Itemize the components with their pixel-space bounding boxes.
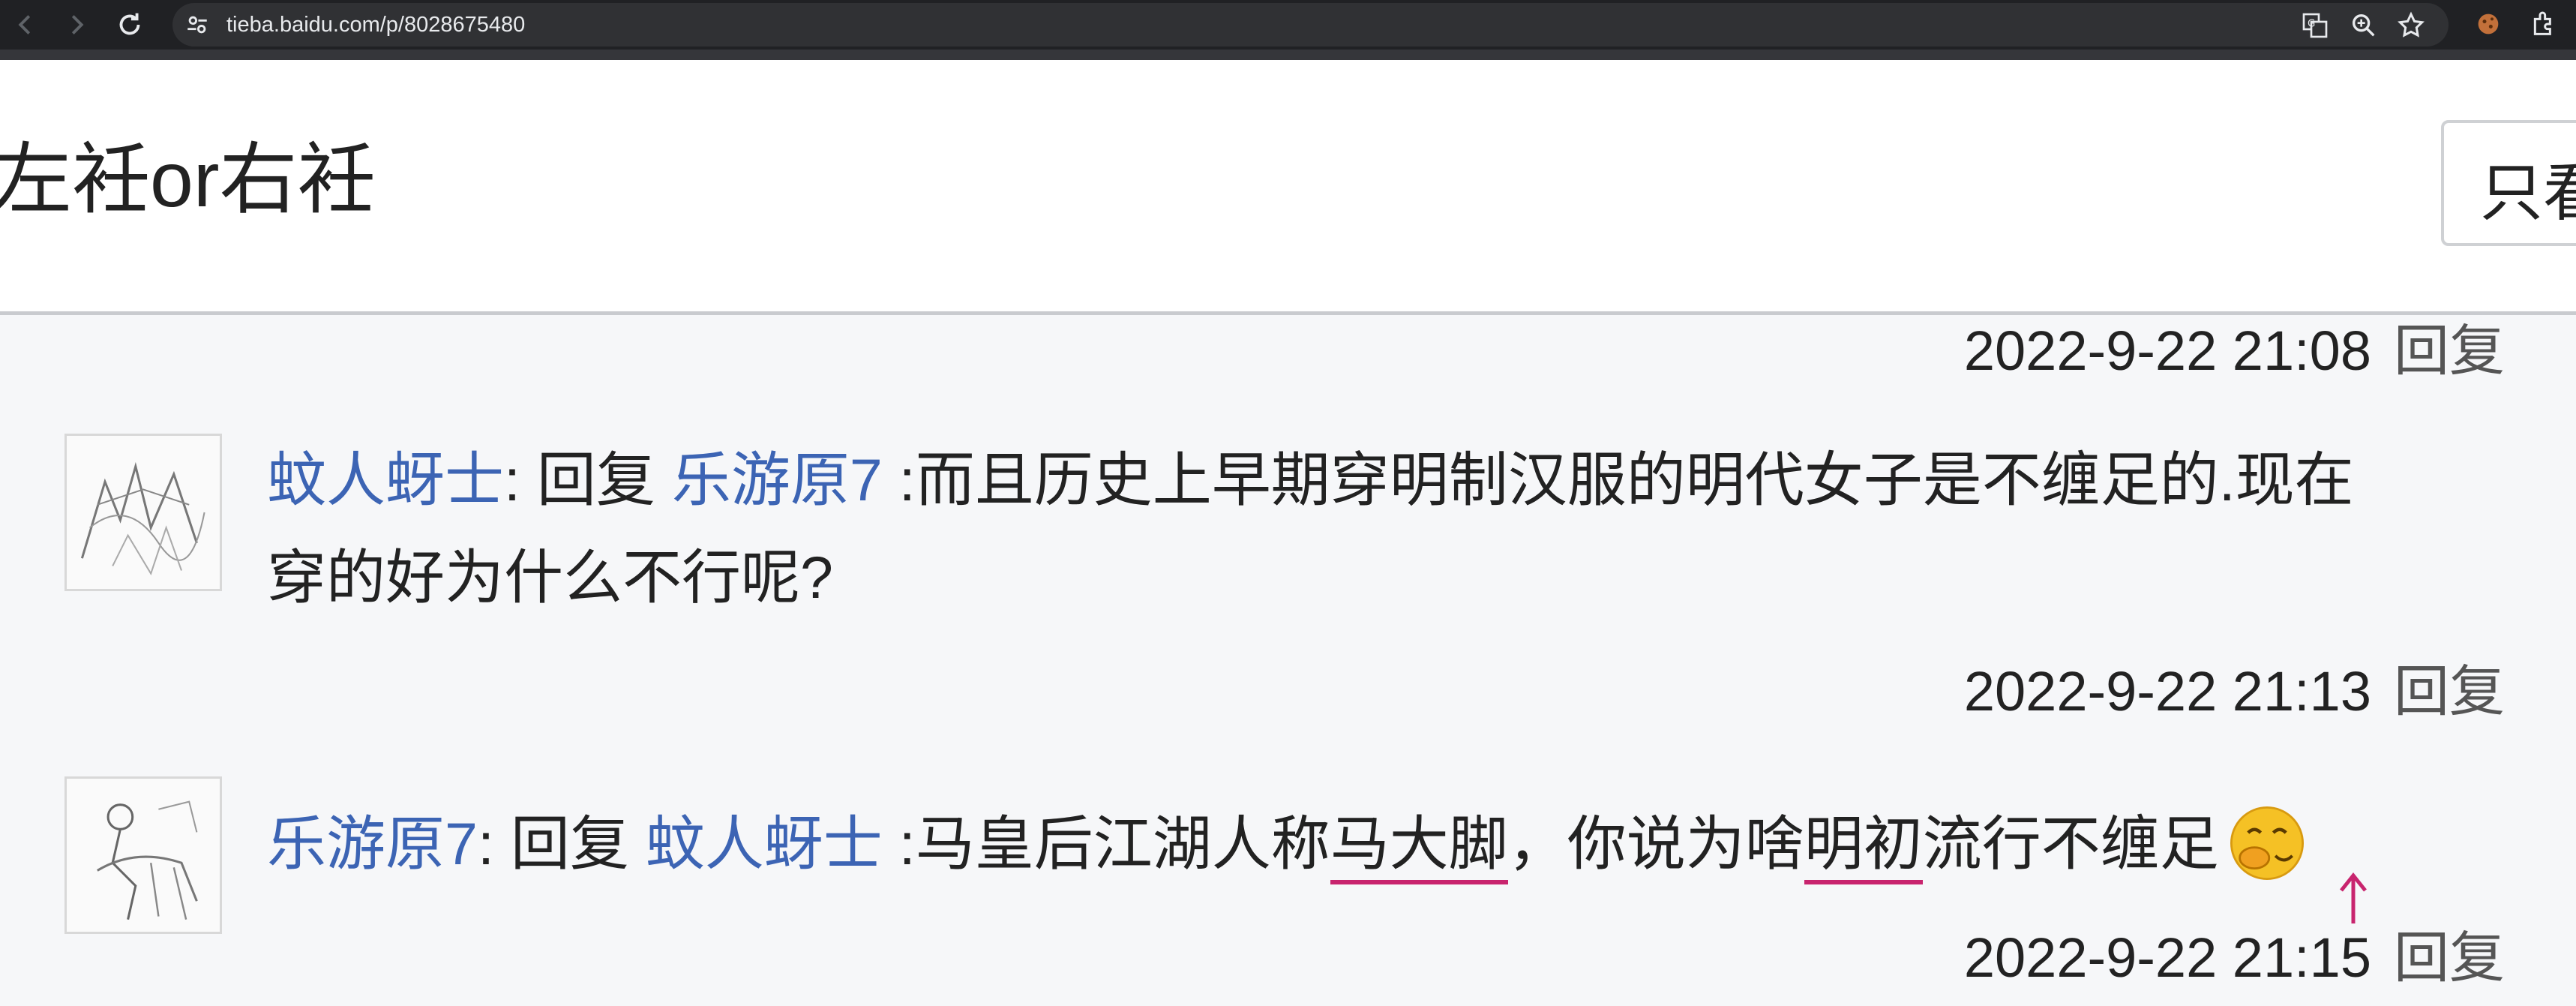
avatar[interactable] bbox=[64, 776, 222, 934]
reply-text-b: ，你说为啥 bbox=[1507, 810, 1804, 877]
only-view-label: 只看 bbox=[2480, 158, 2576, 228]
reply-content: 蚊人蚜士: 回复 乐游原7 :而且历史上早期穿明制汉服的明代女子是不缠足的.现在… bbox=[267, 431, 2354, 626]
underlined-phrase: 马大脚 bbox=[1330, 810, 1508, 884]
reload-icon[interactable] bbox=[112, 8, 147, 42]
reply-text-a: :马皇后江湖人称 bbox=[882, 810, 1330, 877]
separator: : bbox=[477, 810, 511, 877]
zoom-icon[interactable] bbox=[2349, 11, 2379, 41]
reply-time: 2022-9-22 21:08 bbox=[1963, 320, 2371, 382]
url-text[interactable]: tieba.baidu.com/p/8028675480 bbox=[226, 13, 525, 38]
reply-meta: 2022-9-22 21:15 回复 bbox=[1964, 913, 2505, 993]
underlined-phrase: 明初 bbox=[1804, 810, 1923, 884]
bookmark-star-icon[interactable] bbox=[2396, 11, 2426, 41]
reply-keyword: 回复 bbox=[510, 810, 646, 877]
reply-meta: 2022-9-22 21:08 回复 bbox=[1964, 306, 2505, 386]
reply-author[interactable]: 乐游原7 bbox=[267, 810, 478, 877]
site-info-icon[interactable] bbox=[184, 12, 210, 38]
reply-link[interactable]: 回复 bbox=[2394, 320, 2505, 382]
cookie-extension-icon[interactable] bbox=[2473, 9, 2503, 39]
avatar[interactable] bbox=[64, 434, 222, 591]
page-title: 左衽or右衽 bbox=[0, 137, 376, 224]
post-header: 左衽or右衽 只看 bbox=[0, 60, 2576, 315]
forward-icon[interactable] bbox=[60, 8, 94, 42]
back-icon[interactable] bbox=[7, 8, 42, 42]
reply-text-line2: 穿的好为什么不行呢? bbox=[267, 544, 833, 611]
svg-text:G: G bbox=[2308, 19, 2315, 30]
reply-link[interactable]: 回复 bbox=[2394, 926, 2505, 989]
reply-time: 2022-9-22 21:15 bbox=[1963, 926, 2371, 989]
translate-icon[interactable]: G bbox=[2300, 11, 2330, 41]
reply-text-c: 流行不缠足 bbox=[1922, 810, 2219, 877]
reply-keyword: 回复 bbox=[536, 446, 672, 513]
avatar-sketch bbox=[67, 436, 220, 589]
reply-text-line1: :而且历史上早期穿明制汉服的明代女子是不缠足的.现在 bbox=[882, 446, 2354, 513]
avatar-sketch bbox=[67, 779, 220, 932]
browser-toolbar: tieba.baidu.com/p/8028675480 G bbox=[0, 0, 2576, 60]
reply-link[interactable]: 回复 bbox=[2394, 660, 2505, 722]
reply-target[interactable]: 蚊人蚜士 bbox=[646, 810, 883, 877]
extensions-icon[interactable] bbox=[2529, 9, 2559, 39]
reply-meta: 2022-9-22 21:13 回复 bbox=[1964, 647, 2505, 727]
separator: : bbox=[504, 446, 537, 513]
only-view-author-button[interactable]: 只看 bbox=[2441, 120, 2576, 246]
reply-author[interactable]: 蚊人蚜士 bbox=[267, 446, 504, 513]
reply-content: 乐游原7: 回复 蚊人蚜士 :马皇后江湖人称马大脚，你说为啥明初流行不缠足 bbox=[267, 795, 2309, 893]
reply-time: 2022-9-22 21:13 bbox=[1963, 660, 2371, 722]
reply-target[interactable]: 乐游原7 bbox=[672, 446, 883, 513]
laughing-face-emoji-icon bbox=[2225, 801, 2309, 885]
address-bar[interactable]: tieba.baidu.com/p/8028675480 G bbox=[172, 3, 2449, 47]
